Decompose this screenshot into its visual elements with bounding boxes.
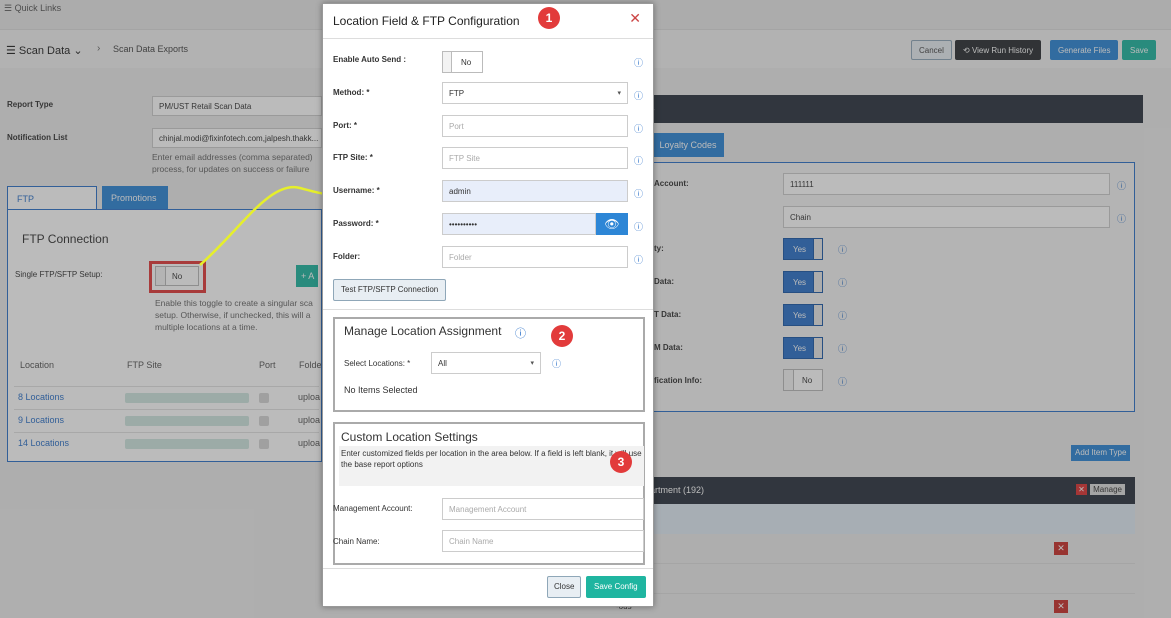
method-select[interactable]: FTP ▾: [442, 82, 628, 104]
test-connection-button[interactable]: Test FTP/SFTP Connection: [333, 279, 447, 301]
modal-title: Location Field & FTP Configuration: [333, 14, 520, 28]
username-input[interactable]: admin: [442, 180, 628, 202]
custom-location-title: Custom Location Settings: [341, 430, 478, 444]
toggle-knob: [443, 52, 452, 72]
callout-badge-3: 3: [610, 451, 632, 473]
info-icon[interactable]: ⓘ: [634, 220, 643, 233]
caret-down-icon: ▾: [530, 360, 534, 367]
username-label: Username: *: [333, 186, 380, 195]
custom-location-note: Enter customized fields per location in …: [339, 446, 644, 486]
info-icon[interactable]: ⓘ: [634, 89, 643, 102]
location-ftp-config-modal: Location Field & FTP Configuration ✕ Ena…: [322, 3, 654, 607]
folder-input[interactable]: Folder: [442, 246, 628, 268]
select-locations-dropdown[interactable]: All ▾: [431, 352, 541, 374]
info-icon[interactable]: ⓘ: [634, 122, 643, 135]
chain-name-input[interactable]: Chain Name: [442, 530, 644, 552]
info-icon[interactable]: ⓘ: [634, 154, 643, 167]
management-account-label: Management Account:: [333, 504, 413, 513]
show-password-eye-icon[interactable]: 👁: [596, 213, 628, 235]
modal-divider: [323, 309, 653, 310]
port-input[interactable]: Port: [442, 115, 628, 137]
chain-name-label: Chain Name:: [333, 537, 380, 546]
select-locations-value: All: [438, 359, 447, 368]
no-items-text: No Items Selected: [344, 385, 418, 395]
info-icon[interactable]: ⓘ: [634, 253, 643, 266]
info-icon[interactable]: ⓘ: [634, 187, 643, 200]
caret-down-icon: ▾: [617, 90, 621, 97]
method-label: Method: *: [333, 88, 370, 97]
info-icon[interactable]: ⓘ: [634, 56, 643, 69]
password-input[interactable]: ••••••••••: [442, 213, 596, 235]
method-value: FTP: [449, 89, 465, 98]
save-config-button[interactable]: Save Config: [586, 576, 646, 598]
password-label: Password: *: [333, 219, 379, 228]
info-icon[interactable]: ⓘ: [515, 325, 526, 341]
close-button[interactable]: Close: [547, 576, 582, 598]
close-icon[interactable]: ✕: [629, 10, 641, 27]
manage-location-title: Manage Location Assignment: [344, 324, 502, 338]
ftp-site-input[interactable]: FTP Site: [442, 147, 628, 169]
info-icon[interactable]: ⓘ: [552, 357, 561, 370]
callout-badge-2: 2: [551, 325, 573, 347]
modal-divider: [323, 38, 653, 39]
port-label: Port: *: [333, 121, 357, 130]
management-account-input[interactable]: Management Account: [442, 498, 644, 520]
enable-auto-send-label: Enable Auto Send :: [333, 55, 407, 64]
ftp-site-label: FTP Site: *: [333, 153, 373, 162]
enable-auto-send-toggle[interactable]: No: [442, 51, 483, 73]
folder-label: Folder:: [333, 252, 361, 261]
select-locations-label: Select Locations: *: [344, 359, 411, 368]
callout-badge-1: 1: [538, 7, 560, 29]
toggle-value: No: [461, 58, 472, 67]
modal-divider: [323, 568, 653, 569]
